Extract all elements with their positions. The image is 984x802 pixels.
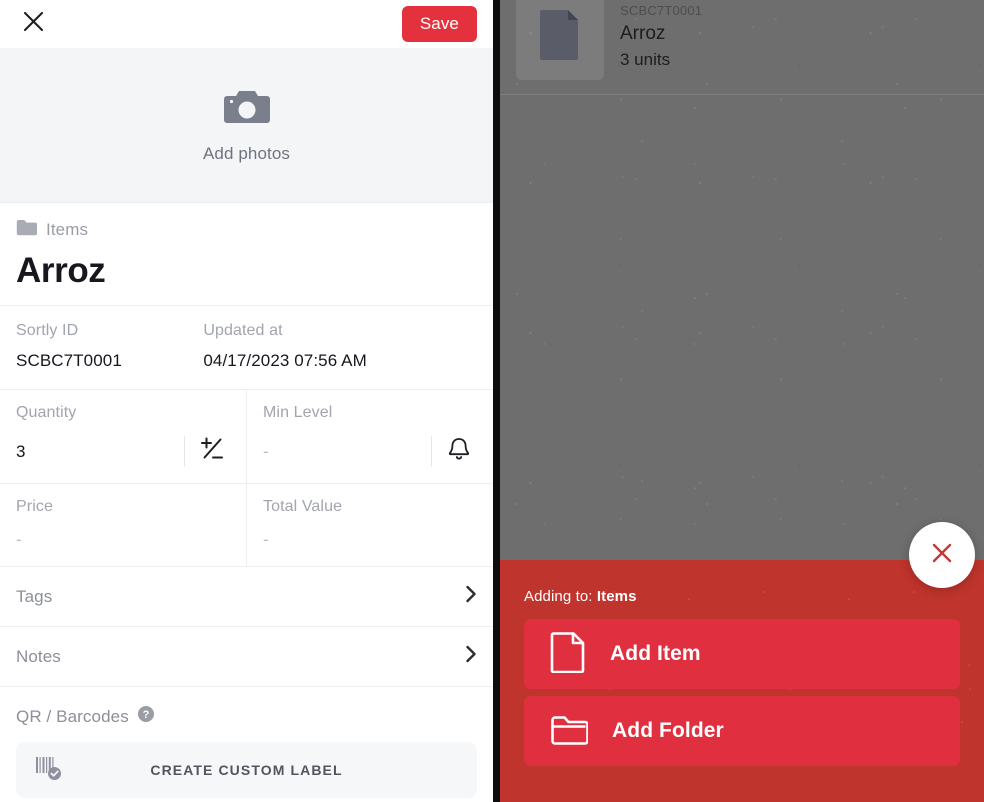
chevron-right-icon xyxy=(465,645,477,668)
notes-row[interactable]: Notes xyxy=(0,627,493,687)
list-item-units: 3 units xyxy=(620,49,671,69)
min-level-value: - xyxy=(263,441,269,461)
price-totalvalue-row: Price - Total Value - xyxy=(0,484,493,567)
list-item-text: SCBC7T0001 Arroz 3 units xyxy=(620,3,702,70)
panel-edge-divider xyxy=(493,0,500,802)
min-level-bottom: - xyxy=(263,436,493,467)
quantity-value: 3 xyxy=(16,441,26,461)
camera-icon xyxy=(222,87,272,132)
create-custom-label-text: CREATE CUSTOM LABEL xyxy=(150,762,343,778)
quantity-minlevel-row: Quantity 3 Min Level - xyxy=(0,390,493,484)
document-outline-icon xyxy=(550,631,586,678)
list-item-sku: SCBC7T0001 xyxy=(620,2,703,18)
qr-barcodes-row: QR / Barcodes ? xyxy=(0,687,493,742)
folder-outline-icon xyxy=(550,712,589,751)
qr-barcodes-label: QR / Barcodes xyxy=(16,706,129,726)
plus-minus-icon xyxy=(199,436,225,467)
panel-header: Save xyxy=(0,0,493,48)
add-action-sheet: Adding to: Items Add Item Add Folder xyxy=(500,560,984,802)
create-custom-label-button[interactable]: CREATE CUSTOM LABEL xyxy=(16,742,477,798)
meta-label: Sortly ID xyxy=(16,322,79,339)
total-value-bottom: - xyxy=(263,530,493,550)
price-label: Price xyxy=(16,498,53,515)
add-folder-label: Add Folder xyxy=(612,719,724,742)
meta-updated-at: Updated at 04/17/2023 07:56 AM xyxy=(187,306,493,389)
tags-label: Tags xyxy=(16,586,53,606)
document-icon xyxy=(538,8,582,65)
question-mark-icon[interactable]: ? xyxy=(137,705,155,728)
total-value-field: Total Value - xyxy=(246,484,493,566)
sheet-caption-target: Items xyxy=(596,588,637,605)
sheet-caption-prefix: Adding to: xyxy=(524,588,597,605)
bell-icon xyxy=(447,436,471,467)
add-folder-button[interactable]: Add Folder xyxy=(524,696,960,766)
close-x-icon xyxy=(929,540,955,571)
add-photos-label: Add photos xyxy=(202,143,290,163)
quantity-field[interactable]: Quantity 3 xyxy=(0,390,246,483)
add-photos-zone[interactable]: Add photos xyxy=(0,48,493,203)
notes-label: Notes xyxy=(16,646,61,666)
item-detail-panel: Save Add photos Items Arroz Sortly ID SC… xyxy=(0,0,493,802)
custom-label-wrap: CREATE CUSTOM LABEL xyxy=(0,742,493,802)
add-item-label: Add Item xyxy=(610,642,701,665)
close-panel-button[interactable] xyxy=(16,7,50,41)
chevron-right-icon xyxy=(465,585,477,608)
meta-label: Updated at xyxy=(203,322,283,339)
meta-value: SCBC7T0001 xyxy=(16,351,122,370)
quantity-label: Quantity xyxy=(16,404,77,421)
price-value: - xyxy=(16,530,22,549)
meta-value: 04/17/2023 07:56 AM xyxy=(203,351,367,370)
list-item-name: Arroz xyxy=(620,22,666,44)
svg-text:?: ? xyxy=(142,709,149,721)
close-sheet-fab[interactable] xyxy=(909,522,975,588)
price-field[interactable]: Price - xyxy=(0,484,246,566)
save-button[interactable]: Save xyxy=(401,6,477,42)
quantity-stepper[interactable] xyxy=(184,436,238,467)
app-root: SCBC7T0001 Arroz 3 units Adding to: Item… xyxy=(0,0,984,802)
min-level-alert-button[interactable] xyxy=(431,436,485,467)
tags-row[interactable]: Tags xyxy=(0,567,493,627)
page-title: Arroz xyxy=(16,251,106,290)
min-level-label: Min Level xyxy=(263,404,333,421)
item-thumbnail xyxy=(516,0,604,80)
background-item-list: SCBC7T0001 Arroz 3 units xyxy=(500,0,984,95)
breadcrumb[interactable]: Items xyxy=(16,219,477,241)
total-value-value: - xyxy=(263,530,269,549)
sheet-button-group: Add Item Add Folder xyxy=(500,605,984,780)
price-bottom: - xyxy=(16,530,246,550)
meta-row: Sortly ID SCBC7T0001 Updated at 04/17/20… xyxy=(0,306,493,390)
item-header-block: Items Arroz xyxy=(0,203,493,306)
total-value-label: Total Value xyxy=(263,498,343,515)
list-item[interactable]: SCBC7T0001 Arroz 3 units xyxy=(500,0,984,95)
min-level-field[interactable]: Min Level - xyxy=(246,390,493,483)
meta-sortly-id: Sortly ID SCBC7T0001 xyxy=(0,306,187,389)
breadcrumb-label: Items xyxy=(46,220,89,239)
close-x-icon xyxy=(21,9,46,39)
folder-icon xyxy=(16,219,38,241)
add-item-button[interactable]: Add Item xyxy=(524,619,960,689)
quantity-bottom: 3 xyxy=(16,436,246,467)
